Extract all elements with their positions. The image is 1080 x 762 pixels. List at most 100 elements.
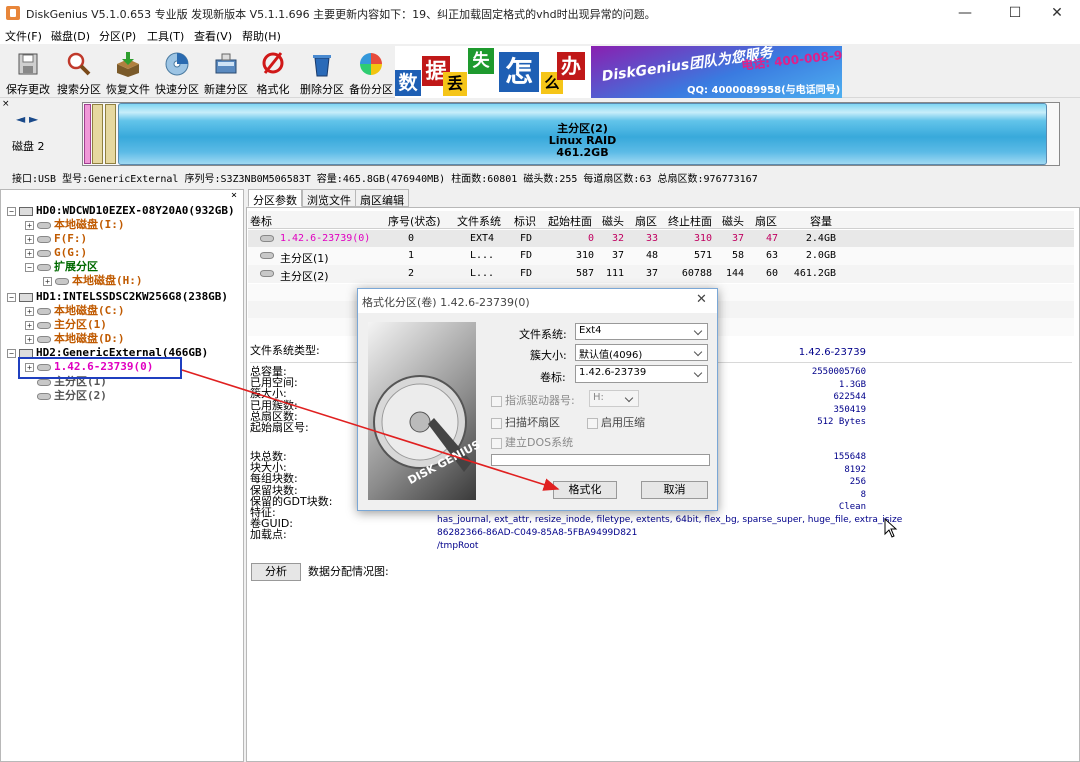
menu-partition[interactable]: 分区(P): [99, 28, 136, 44]
partition-segment-1[interactable]: [92, 104, 103, 164]
new-partition-button[interactable]: 新建分区: [202, 46, 250, 96]
tree-partition-node[interactable]: − 扩展分区: [25, 260, 98, 274]
dialog-close-icon[interactable]: ✕: [696, 292, 707, 307]
table-cell: L...: [469, 250, 495, 261]
partition-segment-0[interactable]: [84, 104, 91, 164]
fs-info-label: 2550005760: [811, 367, 866, 377]
tree-expander-icon[interactable]: +: [25, 248, 34, 258]
tab-browse-files[interactable]: 浏览文件: [302, 189, 356, 207]
enable-compression-option[interactable]: 启用压缩: [587, 414, 645, 430]
tree-expander-icon[interactable]: +: [43, 276, 52, 286]
cluster-size-select[interactable]: 默认值(4096): [575, 344, 708, 361]
tree-expander-icon[interactable]: +: [25, 306, 34, 316]
banner-char: 数: [395, 70, 421, 96]
table-cell: 461.2GB: [793, 268, 836, 279]
table-cell: FD: [519, 250, 533, 261]
drive-letter-value: H:: [593, 392, 604, 403]
table-cell: 37: [645, 268, 658, 279]
table-row[interactable]: 主分区(2) 2 L... FD 587 111 37 60788 144 60 461.2GB: [248, 265, 1074, 283]
partition-icon: [260, 235, 274, 242]
tree-node-label: 本地磁盘(C:): [54, 304, 125, 317]
maximize-button[interactable]: ☐: [992, 0, 1038, 26]
tree-node-label: 本地磁盘(I:): [54, 218, 125, 231]
magnifier-icon: [67, 52, 91, 76]
column-header: 文件系统: [457, 215, 501, 228]
close-x-icon[interactable]: ×: [2, 99, 10, 109]
tree-expander-icon[interactable]: −: [7, 206, 16, 216]
drive-letter-select[interactable]: H:: [589, 390, 639, 407]
partition-icon: [37, 221, 51, 229]
tree-partition-node[interactable]: + 本地磁盘(I:): [25, 218, 125, 232]
quick-partition-button[interactable]: 快速分区: [153, 46, 201, 96]
fs-select[interactable]: Ext4: [575, 323, 708, 340]
scan-bad-sectors-checkbox[interactable]: [491, 417, 502, 429]
table-row[interactable]: 主分区(1) 1 L... FD 310 37 48 571 58 63 2.0GB: [248, 247, 1074, 265]
features-value: has_journal, ext_attr, resize_inode, fil…: [437, 515, 903, 525]
table-row[interactable]: 1.42.6-23739(0) 0 EXT4 FD 0 32 33 310 37 47 2.4GB: [248, 230, 1074, 248]
dos-system-option[interactable]: 建立DOS系统: [491, 434, 573, 450]
table-cell: 144: [725, 268, 744, 279]
tab-sector-edit[interactable]: 扇区编辑: [355, 189, 409, 207]
save-changes-button[interactable]: 保存更改: [4, 46, 52, 96]
tree-disk-node[interactable]: − HD0:WDCWD10EZEX-08Y20A0(932GB): [7, 204, 235, 218]
tree-partition-node[interactable]: 主分区(2): [25, 389, 107, 403]
menu-view[interactable]: 查看(V): [194, 28, 232, 44]
panel-close-icon[interactable]: ×: [231, 190, 237, 201]
table-cell: 63: [765, 250, 778, 261]
tree-partition-node[interactable]: + G(G:): [25, 246, 87, 260]
tree-partition-node[interactable]: + F(F:): [25, 232, 87, 246]
tree-expander-icon[interactable]: −: [7, 292, 16, 302]
tree-expander-icon[interactable]: +: [25, 234, 34, 244]
mouse-cursor-icon: [884, 518, 898, 538]
tree-expander-icon[interactable]: −: [25, 262, 34, 272]
partition-segment-2[interactable]: [105, 104, 116, 164]
tree-partition-node[interactable]: + 本地磁盘(H:): [43, 274, 143, 288]
backup-partition-button[interactable]: 备份分区: [348, 46, 394, 96]
table-cell: 37: [611, 250, 624, 261]
tree-expander-icon[interactable]: −: [7, 348, 16, 358]
menu-tools[interactable]: 工具(T): [147, 28, 184, 44]
menu-help[interactable]: 帮助(H): [242, 28, 281, 44]
tree-partition-node[interactable]: + 主分区(1): [25, 318, 107, 332]
distribution-label: 数据分配情况图:: [308, 565, 389, 578]
tree-partition-node[interactable]: + 本地磁盘(C:): [25, 304, 125, 318]
search-partition-button[interactable]: 搜索分区: [55, 46, 103, 96]
drive-letter-checkbox[interactable]: [491, 395, 502, 407]
tree-expander-icon[interactable]: +: [25, 320, 34, 330]
format-confirm-button[interactable]: 格式化: [553, 481, 617, 499]
enable-compression-checkbox[interactable]: [587, 417, 598, 429]
dialog-title: 格式化分区(卷) 1.42.6-23739(0): [362, 296, 530, 309]
close-button[interactable]: ✕: [1034, 0, 1080, 26]
toolbar-label: 格式化: [256, 83, 290, 96]
tree-expander-icon[interactable]: +: [25, 334, 34, 344]
dos-system-checkbox[interactable]: [491, 437, 502, 449]
menu-file[interactable]: 文件(F): [5, 28, 42, 44]
analyze-button[interactable]: 分析: [251, 563, 301, 581]
toolbar-label: 新建分区: [204, 83, 248, 96]
guid-value: 86282366-86AD-C049-85A8-5FBA9499D821: [437, 528, 638, 538]
partition-icon: [260, 270, 274, 277]
tab-partition-params[interactable]: 分区参数: [248, 189, 302, 207]
delete-partition-button[interactable]: 删除分区: [298, 46, 346, 96]
scan-bad-sectors-option[interactable]: 扫描坏扇区: [491, 414, 560, 430]
fs-info-label: Clean: [838, 502, 866, 512]
promo-banner[interactable]: 数 据 丢 失 怎 么 办 DiskGenius团队为您服务 电话: 400-0…: [395, 46, 842, 98]
tree-expander-icon[interactable]: +: [25, 220, 34, 230]
minimize-button[interactable]: —: [942, 0, 988, 26]
cancel-button[interactable]: 取消: [641, 481, 708, 499]
partition-icon: [37, 249, 51, 257]
recover-files-button[interactable]: 恢复文件: [104, 46, 152, 96]
disk-label: 磁盘 2: [12, 140, 45, 153]
tree-partition-node[interactable]: + 本地磁盘(D:): [25, 332, 125, 346]
menu-disk[interactable]: 磁盘(D): [51, 28, 90, 44]
column-header: 容量: [810, 215, 832, 228]
table-cell: 主分区(1): [280, 252, 329, 265]
format-button[interactable]: 格式化: [251, 46, 295, 96]
toolbar-label: 恢复文件: [106, 83, 150, 96]
disk-nav-arrows-icon[interactable]: ◄ ►: [16, 112, 38, 126]
drive-letter-option[interactable]: 指派驱动器号:: [491, 392, 575, 408]
dialog-title-bar: 格式化分区(卷) 1.42.6-23739(0) ✕: [358, 289, 717, 313]
partition-icon: [37, 321, 51, 329]
tree-disk-node[interactable]: − HD1:INTELSSDSC2KW256G8(238GB): [7, 290, 228, 304]
volume-label-input[interactable]: 1.42.6-23739: [575, 365, 708, 383]
